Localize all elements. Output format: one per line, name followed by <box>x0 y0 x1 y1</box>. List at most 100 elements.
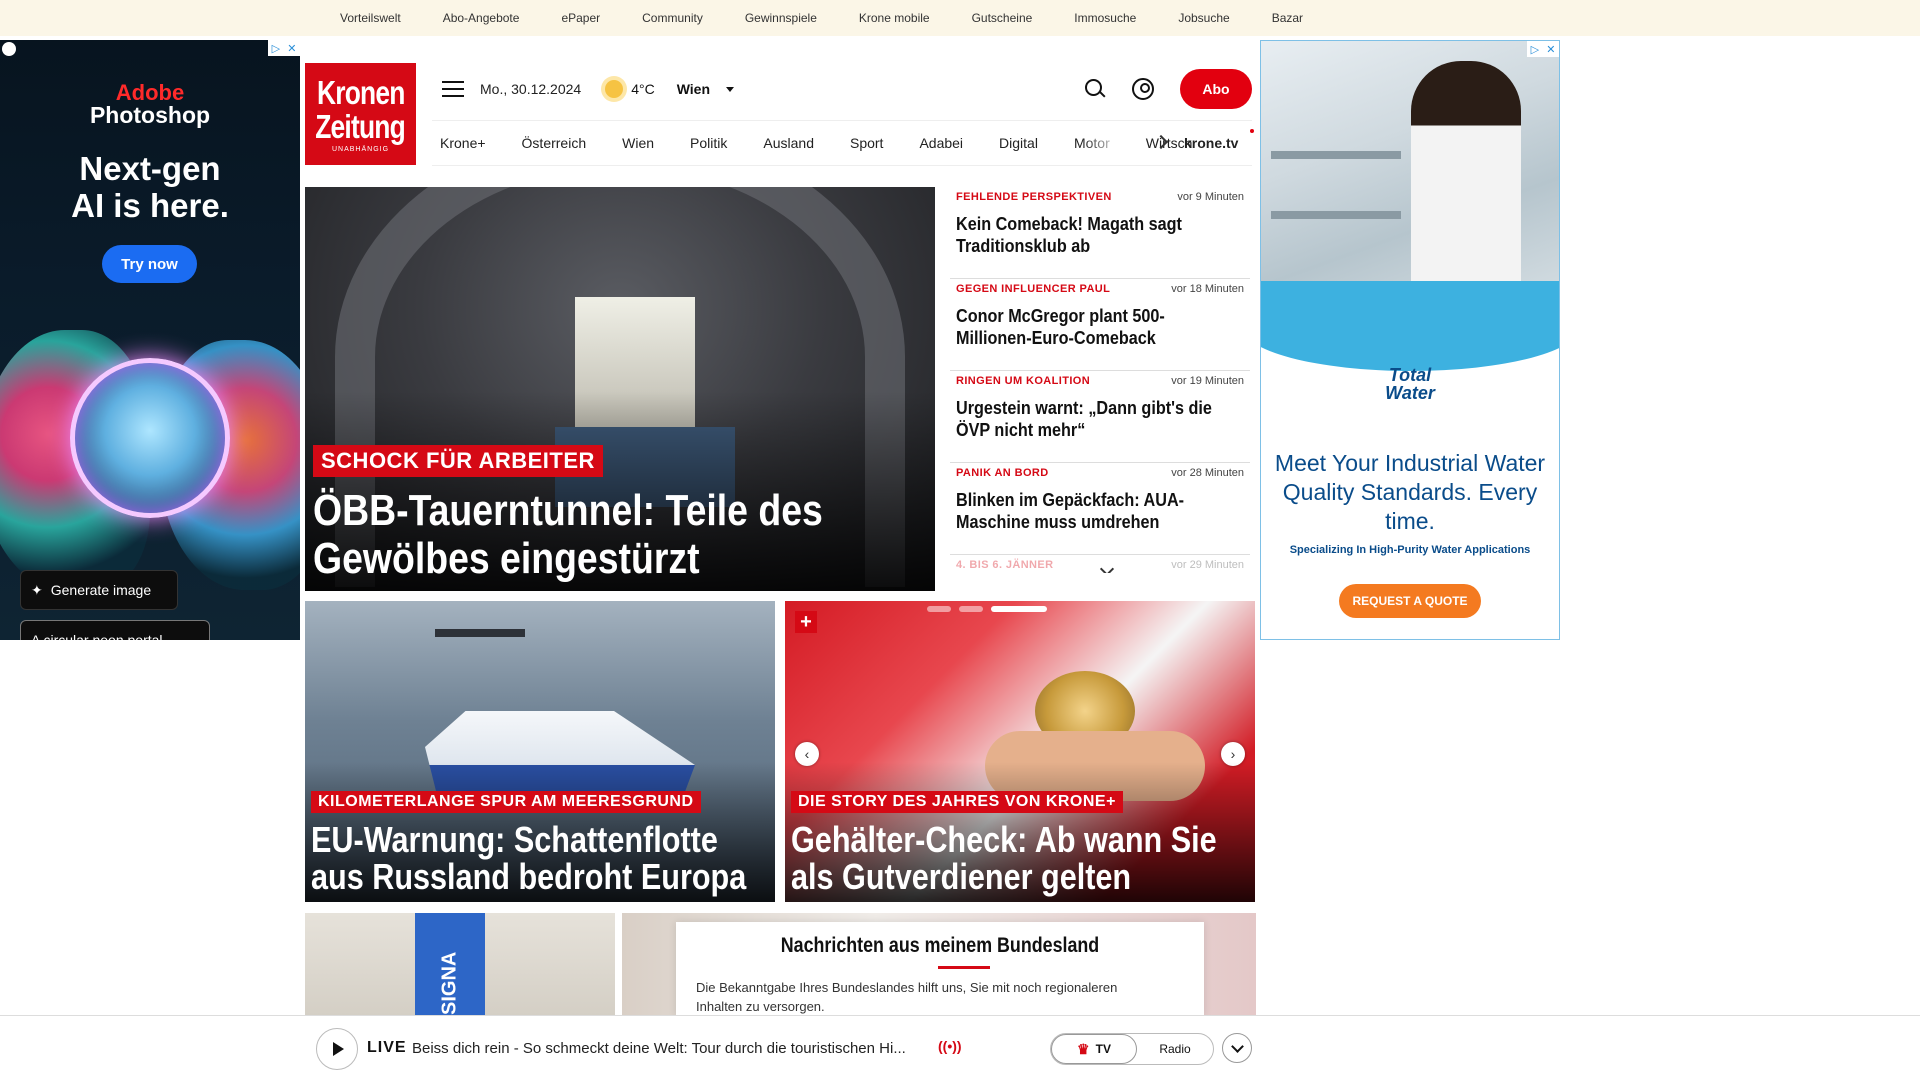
ad-logo-line1: Total <box>1388 365 1432 385</box>
radio-toggle-option[interactable]: Radio <box>1137 1034 1213 1064</box>
bundesland-body: Die Bekanntgabe Ihres Bundeslandes hilft… <box>696 980 1118 1014</box>
nav-item-adabei[interactable]: Adabei <box>919 135 963 151</box>
teaser-tile-salary[interactable]: + ‹ › DIE STORY DES JAHRES VON KRONE+ Ge… <box>785 601 1255 902</box>
nav-fade <box>1082 121 1142 165</box>
nav-item-krone-plus[interactable]: Krone+ <box>440 135 486 151</box>
topbar-link-gewinnspiele[interactable]: Gewinnspiele <box>745 11 817 25</box>
hero-article[interactable]: SCHOCK FÜR ARBEITER ÖBB-Tauerntunnel: Te… <box>305 187 935 591</box>
ad-banner-right[interactable]: ▷ ✕ Total Water Meet Your Industrial Wate… <box>1260 40 1560 640</box>
chevron-down-icon <box>726 86 735 92</box>
title-underline <box>938 966 990 969</box>
ad-logo-line2: Water <box>1385 383 1435 403</box>
topbar-link-jobsuche[interactable]: Jobsuche <box>1178 11 1229 25</box>
sparkle-icon: ✦ <box>31 581 43 598</box>
abo-button[interactable]: Abo <box>1180 69 1252 109</box>
list-item[interactable]: RINGEN UM KOALITION vor 19 Minuten Urgest… <box>950 371 1250 463</box>
city-selector[interactable]: Wien <box>676 81 735 97</box>
article-time: vor 29 Minuten <box>1171 559 1244 571</box>
tile-kicker: KILOMETERLANGE SPUR AM MEERESGRUND <box>311 791 701 813</box>
krone-plus-icon: + <box>795 611 817 633</box>
request-quote-button[interactable]: REQUEST A QUOTE <box>1339 584 1481 618</box>
city-label: Wien <box>676 81 711 97</box>
topbar-link-immosuche[interactable]: Immosuche <box>1074 11 1136 25</box>
hero-title[interactable]: ÖBB-Tauerntunnel: Teile des Gewölbes ein… <box>313 487 823 583</box>
play-icon[interactable] <box>316 1028 358 1070</box>
nav-item-politik[interactable]: Politik <box>690 135 727 151</box>
account-icon[interactable] <box>1132 78 1154 100</box>
topbar-link-vorteilswelt[interactable]: Vorteilswelt <box>340 11 401 25</box>
logo-text-zeitung: Zeitung <box>315 107 407 145</box>
privacy-icon[interactable] <box>2 42 16 56</box>
sun-icon <box>605 80 624 98</box>
list-item[interactable]: FEHLENDE PERSPEKTIVEN vor 9 Minuten Kein … <box>950 187 1250 279</box>
expand-player-button[interactable] <box>1222 1033 1252 1063</box>
bundesland-title: Nachrichten aus meinem Bundesland <box>780 934 1100 957</box>
nav-item-wien[interactable]: Wien <box>622 135 654 151</box>
site-logo[interactable]: Kronen Zeitung UNABHÄNGIG <box>305 63 416 165</box>
article-kicker: PANIK AN BORD <box>956 467 1049 479</box>
try-now-button[interactable]: Try now <box>102 245 197 283</box>
carousel-dots[interactable] <box>927 606 1047 612</box>
weather-widget[interactable]: 4°C <box>605 80 655 98</box>
article-time: vor 19 Minuten <box>1171 375 1244 387</box>
tv-toggle-option[interactable]: ♛ TV <box>1051 1034 1137 1064</box>
topbar-link-gutscheine[interactable]: Gutscheine <box>972 11 1033 25</box>
prompt-field[interactable]: A circular neon portal ... <box>20 620 210 640</box>
ad-lab-shelf <box>1271 151 1401 159</box>
topbar-link-bazar[interactable]: Bazar <box>1272 11 1303 25</box>
temperature: 4°C <box>631 81 655 97</box>
teaser-tile-shadow-fleet[interactable]: KILOMETERLANGE SPUR AM MEERESGRUND EU-Wa… <box>305 601 775 902</box>
current-date: Mo., 30.12.2024 <box>480 81 582 97</box>
tile-title[interactable]: Gehälter-Check: Ab wann Sie als Gutverdi… <box>791 821 1233 895</box>
ad-wave-shape <box>1261 281 1559 371</box>
logo-tagline: UNABHÄNGIG <box>331 145 390 153</box>
topbar-link-community[interactable]: Community <box>642 11 703 25</box>
latest-news-list: FEHLENDE PERSPEKTIVEN vor 9 Minuten Kein … <box>950 187 1250 573</box>
live-dot-icon <box>1250 129 1254 133</box>
tv-label: TV <box>1095 1042 1111 1056</box>
nav-item-oesterreich[interactable]: Österreich <box>522 135 587 151</box>
ad-product: Photoshop <box>89 102 211 128</box>
article-headline[interactable]: Kein Comeback! Magath sagt Traditionsklu… <box>956 213 1235 257</box>
tile-title[interactable]: EU-Warnung: Schattenflotte aus Russland … <box>311 821 753 895</box>
ad-banner-left[interactable]: ▷ ✕ Adobe Photoshop Next-gen AI is here. … <box>0 40 300 640</box>
close-icon[interactable]: ✕ <box>287 42 296 55</box>
adchoices-icon[interactable]: ▷ ✕ <box>268 40 300 56</box>
nav-item-ausland[interactable]: Ausland <box>763 135 814 151</box>
generate-image-button[interactable]: ✦ Generate image <box>20 570 178 610</box>
search-icon[interactable] <box>1084 78 1106 100</box>
ad-headline: Next-gen AI is here. <box>0 150 300 224</box>
list-item[interactable]: PANIK AN BORD vor 28 Minuten Blinken im G… <box>950 463 1250 555</box>
list-item[interactable]: GEGEN INFLUENCER PAUL vor 18 Minuten Cono… <box>950 279 1250 371</box>
topbar-link-abo-angebote[interactable]: Abo-Angebote <box>443 11 520 25</box>
menu-icon[interactable] <box>442 81 464 97</box>
adchoices-icon[interactable]: ▷ ✕ <box>1527 41 1559 57</box>
generate-image-label: Generate image <box>50 582 152 598</box>
ad-headline: Meet Your Industrial Water Quality Stand… <box>1274 450 1546 534</box>
tv-radio-toggle[interactable]: ♛ TV Radio <box>1050 1033 1214 1065</box>
article-headline[interactable]: Urgestein warnt: „Dann gibt's die ÖVP ni… <box>956 397 1235 441</box>
bundesland-prompt[interactable]: Nachrichten aus meinem Bundesland Die Be… <box>676 922 1204 1016</box>
nav-item-digital[interactable]: Digital <box>999 135 1038 151</box>
live-now-playing[interactable]: Beiss dich rein - So schmeckt deine Welt… <box>412 1040 906 1057</box>
ad-logo: Total Water <box>1261 366 1559 402</box>
ad-headline-line1: Next-gen <box>79 150 221 187</box>
header-tools: Abo <box>1084 69 1252 109</box>
article-time: vor 9 Minuten <box>1177 191 1244 203</box>
ad-lab-scientist <box>1411 61 1521 291</box>
nav-item-sport[interactable]: Sport <box>850 135 883 151</box>
article-headline[interactable]: Conor McGregor plant 500-Millionen-Euro-… <box>956 305 1235 349</box>
close-icon[interactable]: ✕ <box>1546 43 1555 56</box>
main-nav: Krone+ Österreich Wien Politik Ausland S… <box>432 120 1254 166</box>
article-headline[interactable]: Blinken im Gepäckfach: AUA-Maschine muss… <box>956 489 1235 533</box>
logo-text-kronen: Kronen <box>316 73 405 111</box>
list-item[interactable]: 4. BIS 6. JÄNNER vor 29 Minuten <box>950 555 1250 573</box>
ad-headline-line2: AI is here. <box>71 187 229 224</box>
topbar-link-epaper[interactable]: ePaper <box>561 11 600 25</box>
topbar-link-krone-mobile[interactable]: Krone mobile <box>859 11 930 25</box>
ad-lab-shelf-lower <box>1271 211 1401 219</box>
article-time: vor 18 Minuten <box>1171 283 1244 295</box>
nav-item-krone-tv[interactable]: krone.tv <box>1184 135 1238 151</box>
live-label: LIVE <box>367 1039 407 1056</box>
hero-kicker: SCHOCK FÜR ARBEITER <box>313 445 603 477</box>
